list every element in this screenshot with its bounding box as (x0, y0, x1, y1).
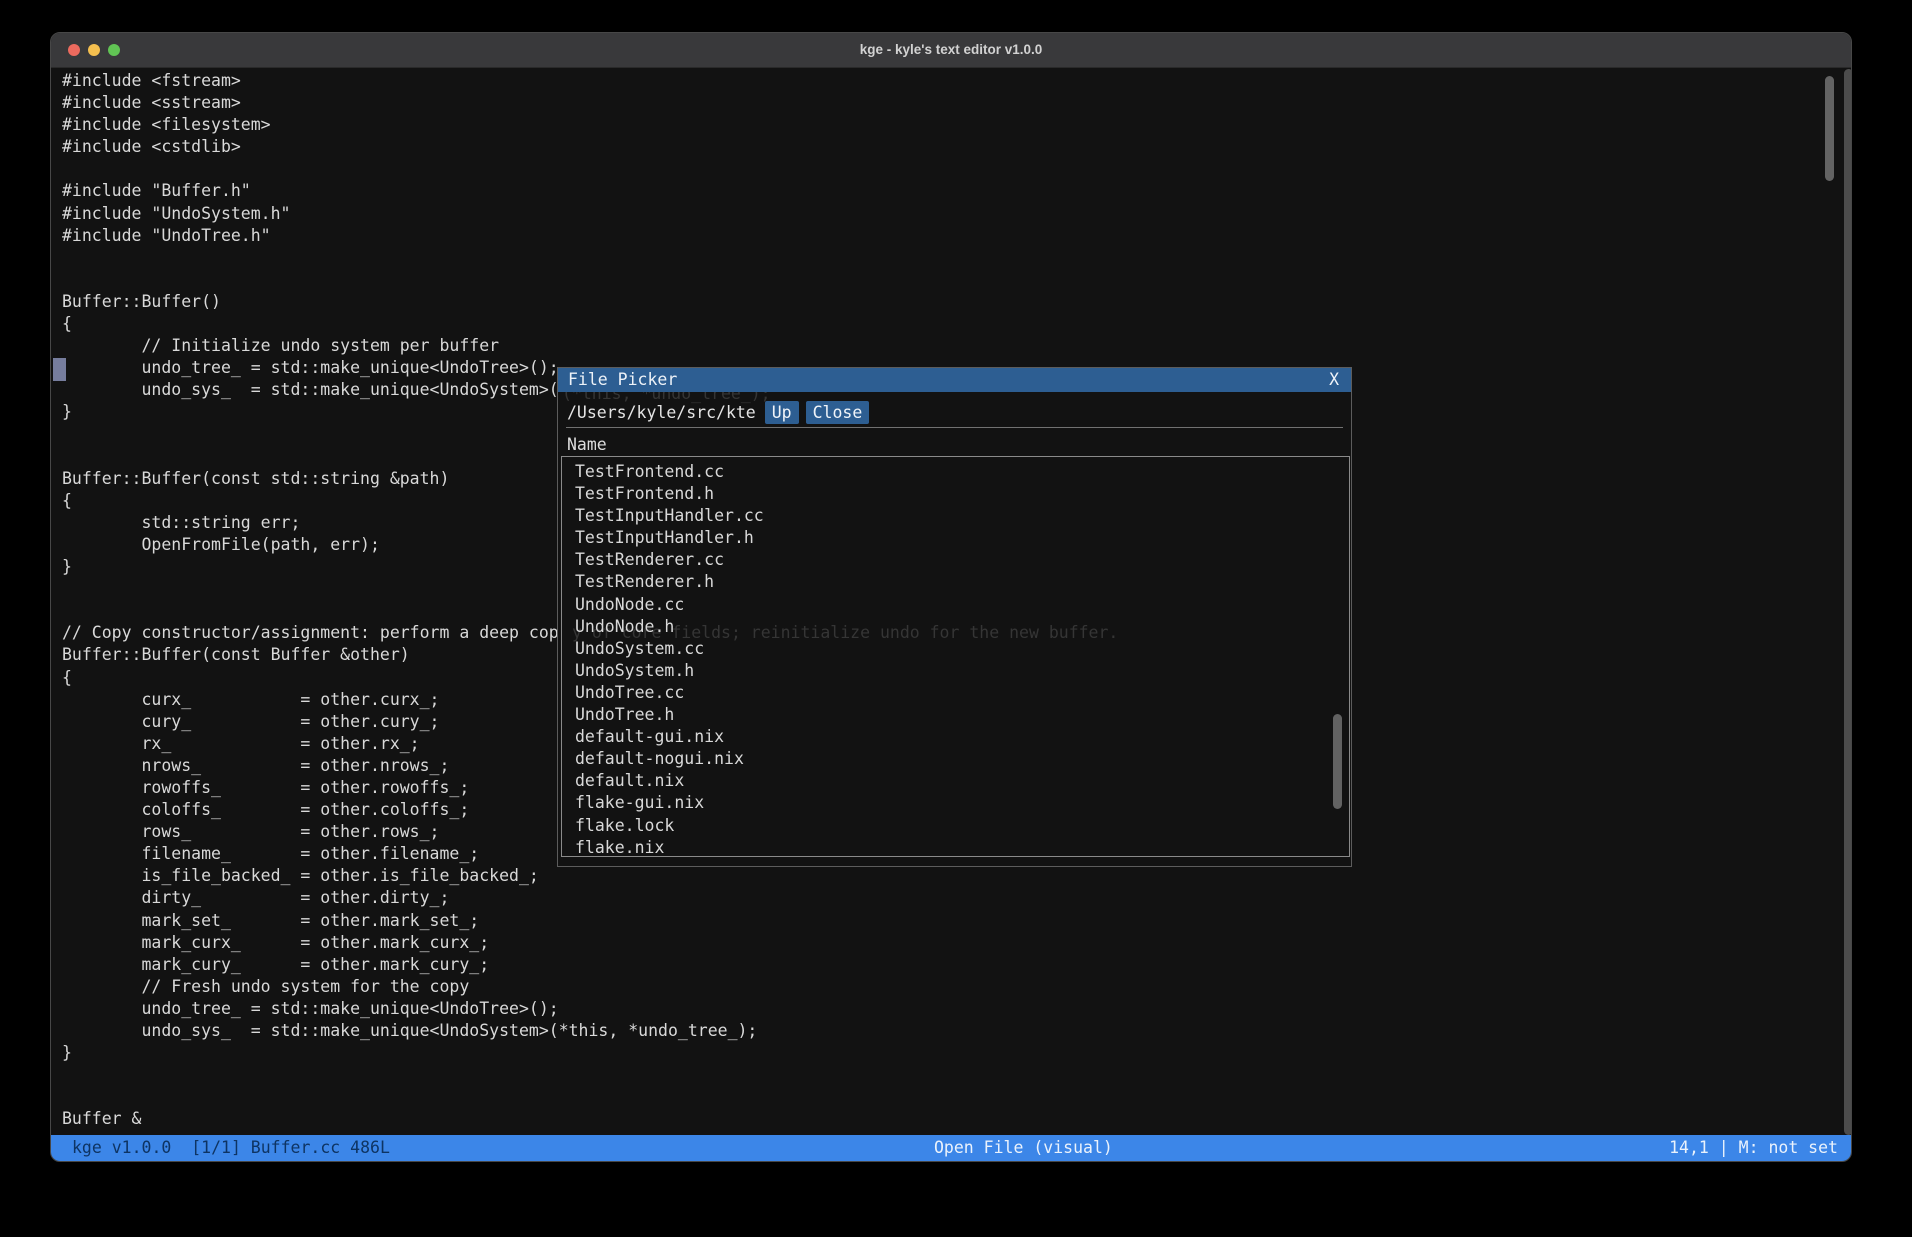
file-item[interactable]: default.nix (562, 770, 1349, 792)
status-bar: kge v1.0.0 [1/1] Buffer.cc 486L Open Fil… (51, 1135, 1851, 1161)
status-cursor-position: 14,1 | M: not set (1669, 1135, 1838, 1161)
file-item[interactable]: flake.nix (562, 837, 1349, 857)
file-item[interactable]: UndoSystem.cc (562, 638, 1349, 660)
editor-scrollbar-thumb[interactable] (1825, 76, 1834, 181)
file-item[interactable]: TestRenderer.cc (562, 549, 1349, 571)
editor-area: #include <fstream> #include <sstream> #i… (51, 67, 1851, 1137)
window-scrollbar-track[interactable] (1844, 69, 1851, 1135)
file-picker-dialog: (*this, *undo_tree_); y of core fields; … (557, 367, 1352, 867)
file-item[interactable]: UndoTree.h (562, 704, 1349, 726)
status-left-version-file: kge v1.0.0 [1/1] Buffer.cc 486L (72, 1135, 390, 1161)
dialog-titlebar[interactable]: File Picker X (558, 368, 1351, 392)
app-window: kge - kyle's text editor v1.0.0 #include… (50, 32, 1852, 1162)
file-item[interactable]: TestRenderer.h (562, 571, 1349, 593)
dialog-close-icon[interactable]: X (1329, 368, 1339, 392)
file-item[interactable]: UndoTree.cc (562, 682, 1349, 704)
name-column-header: Name (567, 434, 607, 456)
path-row: /Users/kyle/src/kte Up Close (567, 399, 876, 425)
file-rows: TestFrontend.ccTestFrontend.hTestInputHa… (562, 461, 1349, 857)
dialog-title: File Picker (568, 370, 677, 389)
window-titlebar[interactable]: kge - kyle's text editor v1.0.0 (51, 33, 1851, 68)
file-item[interactable]: default-nogui.nix (562, 748, 1349, 770)
file-list-scrollbar-thumb[interactable] (1333, 714, 1342, 809)
window-title: kge - kyle's text editor v1.0.0 (51, 33, 1851, 67)
current-path-label: /Users/kyle/src/kte (567, 403, 756, 422)
dialog-separator (566, 427, 1343, 428)
file-item[interactable]: UndoSystem.h (562, 660, 1349, 682)
text-cursor (53, 358, 66, 381)
file-item[interactable]: TestInputHandler.cc (562, 505, 1349, 527)
up-button[interactable]: Up (765, 401, 799, 424)
file-item[interactable]: flake-gui.nix (562, 792, 1349, 814)
file-item[interactable]: UndoNode.cc (562, 594, 1349, 616)
file-item[interactable]: flake.lock (562, 815, 1349, 837)
file-item[interactable]: TestInputHandler.h (562, 527, 1349, 549)
close-button[interactable]: Close (806, 401, 870, 424)
file-item[interactable]: TestFrontend.h (562, 483, 1349, 505)
file-item[interactable]: UndoNode.h (562, 616, 1349, 638)
file-list: TestFrontend.ccTestFrontend.hTestInputHa… (561, 456, 1350, 857)
file-item[interactable]: TestFrontend.cc (562, 461, 1349, 483)
file-item[interactable]: default-gui.nix (562, 726, 1349, 748)
status-mode-label: Open File (visual) (934, 1135, 1113, 1161)
